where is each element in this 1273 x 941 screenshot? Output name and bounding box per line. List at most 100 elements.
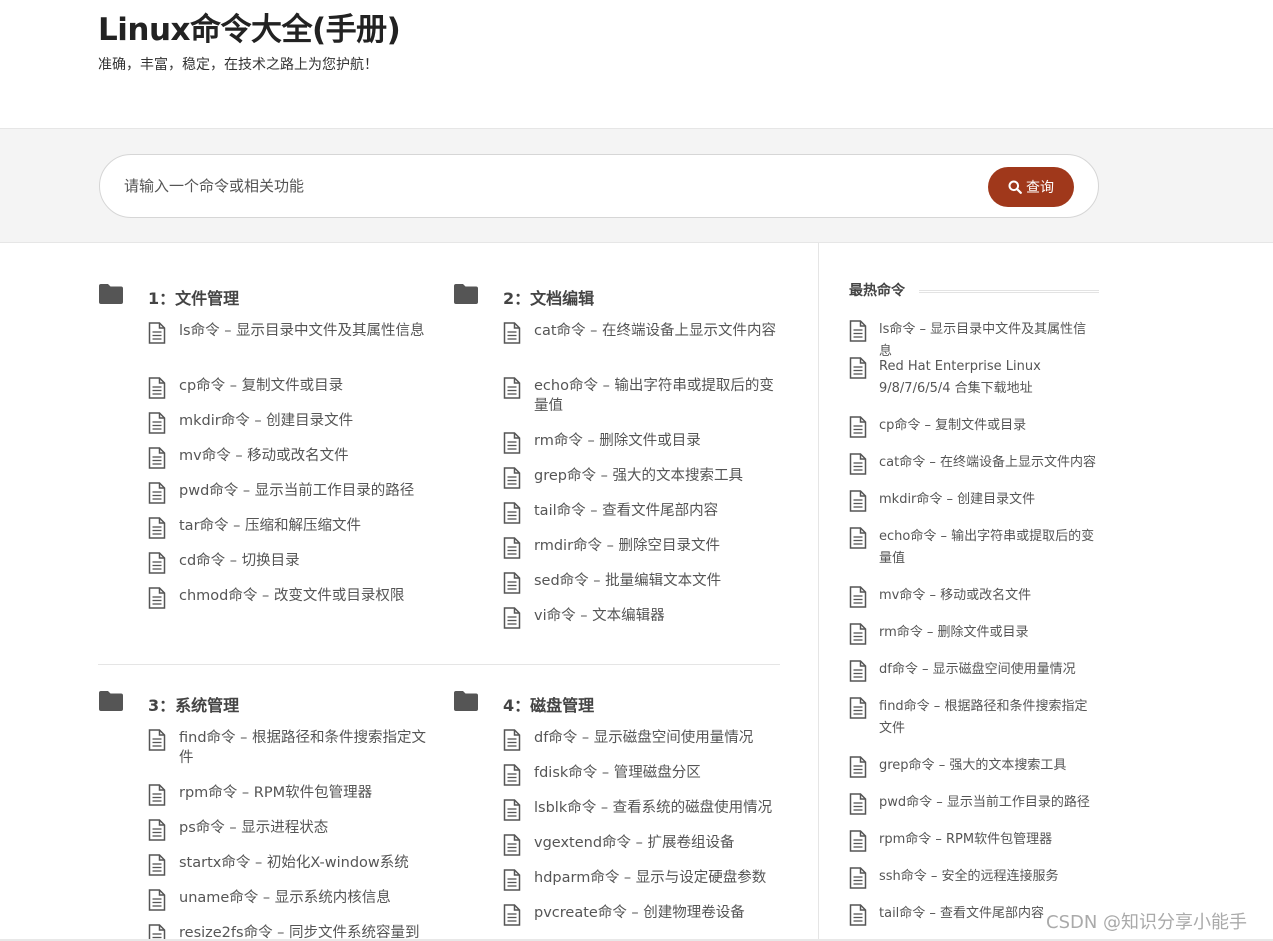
command-link[interactable]: cat命令 – 在终端设备上显示文件内容 — [534, 323, 776, 339]
command-item: mkdir命令 – 创建目录文件 — [148, 411, 428, 446]
command-item: tar命令 – 压缩和解压缩文件 — [148, 516, 428, 551]
document-icon — [148, 889, 166, 911]
hot-command-link[interactable]: ls命令 – 显示目录中文件及其属性信息 — [879, 322, 1086, 359]
document-icon — [148, 412, 166, 434]
command-link[interactable]: rm命令 – 删除文件或目录 — [534, 433, 701, 449]
command-item: sed命令 – 批量编辑文本文件 — [503, 571, 783, 606]
folder-icon — [99, 691, 123, 711]
hot-command-link[interactable]: find命令 – 根据路径和条件搜索指定文件 — [879, 699, 1087, 736]
command-item: rmdir命令 – 删除空目录文件 — [503, 536, 783, 571]
hot-command-item: ls命令 – 显示目录中文件及其属性信息 — [849, 319, 1099, 359]
hot-command-link[interactable]: cat命令 – 在终端设备上显示文件内容 — [879, 455, 1096, 470]
document-icon — [148, 819, 166, 841]
hot-command-link[interactable]: tail命令 – 查看文件尾部内容 — [879, 906, 1044, 921]
command-link[interactable]: chmod命令 – 改变文件或目录权限 — [179, 588, 404, 604]
command-item: cat命令 – 在终端设备上显示文件内容 — [503, 321, 783, 376]
command-link[interactable]: rpm命令 – RPM软件包管理器 — [179, 785, 372, 801]
command-link[interactable]: mkdir命令 – 创建目录文件 — [179, 413, 353, 429]
command-link[interactable]: startx命令 – 初始化X-window系统 — [179, 855, 409, 871]
command-link[interactable]: df命令 – 显示磁盘空间使用量情况 — [534, 730, 753, 746]
command-item: rm命令 – 删除文件或目录 — [503, 431, 783, 466]
search-button[interactable]: 查询 — [988, 167, 1074, 207]
document-icon — [148, 552, 166, 574]
document-icon — [849, 490, 867, 512]
document-icon — [503, 834, 521, 856]
hot-command-link[interactable]: cp命令 – 复制文件或目录 — [879, 418, 1026, 433]
command-link[interactable]: lsblk命令 – 查看系统的磁盘使用情况 — [534, 800, 772, 816]
site-title[interactable]: Linux命令大全(手册) — [98, 4, 401, 49]
document-icon — [503, 502, 521, 524]
document-icon — [849, 830, 867, 852]
command-link[interactable]: grep命令 – 强大的文本搜索工具 — [534, 468, 743, 484]
command-link[interactable]: hdparm命令 – 显示与设定硬盘参数 — [534, 870, 766, 886]
sidebar-title-rule — [919, 290, 1099, 293]
hot-command-link[interactable]: echo命令 – 输出字符串或提取后的变量值 — [879, 529, 1094, 566]
hot-command-link[interactable]: rpm命令 – RPM软件包管理器 — [879, 832, 1052, 847]
hot-command-link[interactable]: Red Hat Enterprise Linux 9/8/7/6/5/4 合集下… — [879, 359, 1041, 396]
command-item: fdisk命令 – 管理磁盘分区 — [503, 763, 783, 798]
command-link[interactable]: fdisk命令 – 管理磁盘分区 — [534, 765, 701, 781]
command-link[interactable]: tail命令 – 查看文件尾部内容 — [534, 503, 718, 519]
command-link[interactable]: cd命令 – 切换目录 — [179, 553, 300, 569]
hot-command-item: rpm命令 – RPM软件包管理器 — [849, 829, 1099, 866]
search-box: 查询 — [99, 154, 1099, 218]
command-link[interactable]: echo命令 – 输出字符串或提取后的变量值 — [534, 378, 774, 414]
command-link[interactable]: rmdir命令 – 删除空目录文件 — [534, 538, 720, 554]
hot-command-link[interactable]: mv命令 – 移动或改名文件 — [879, 588, 1031, 603]
document-icon — [849, 660, 867, 682]
document-icon — [503, 764, 521, 786]
hot-command-item: cat命令 – 在终端设备上显示文件内容 — [849, 452, 1099, 489]
document-icon — [148, 517, 166, 539]
document-icon — [849, 904, 867, 926]
document-icon — [503, 377, 521, 399]
hot-command-link[interactable]: grep命令 – 强大的文本搜索工具 — [879, 758, 1066, 773]
command-item: hdparm命令 – 显示与设定硬盘参数 — [503, 868, 783, 903]
document-icon — [148, 482, 166, 504]
command-item: df命令 – 显示磁盘空间使用量情况 — [503, 728, 783, 763]
hot-command-link[interactable]: df命令 – 显示磁盘空间使用量情况 — [879, 662, 1076, 677]
command-link[interactable]: uname命令 – 显示系统内核信息 — [179, 890, 391, 906]
search-input[interactable] — [124, 169, 964, 203]
command-link[interactable]: vgextend命令 – 扩展卷组设备 — [534, 835, 735, 851]
hot-command-link[interactable]: mkdir命令 – 创建目录文件 — [879, 492, 1035, 507]
hot-command-item: Red Hat Enterprise Linux 9/8/7/6/5/4 合集下… — [849, 356, 1099, 415]
command-link[interactable]: find命令 – 根据路径和条件搜索指定文件 — [179, 730, 426, 766]
command-link[interactable]: pwd命令 – 显示当前工作目录的路径 — [179, 483, 414, 499]
command-item: find命令 – 根据路径和条件搜索指定文件 — [148, 728, 428, 783]
command-list: ls命令 – 显示目录中文件及其属性信息 cp命令 – 复制文件或目录 mkdi… — [148, 321, 428, 621]
command-link[interactable]: mv命令 – 移动或改名文件 — [179, 448, 349, 464]
command-item: uname命令 – 显示系统内核信息 — [148, 888, 428, 923]
command-link[interactable]: pvcreate命令 – 创建物理卷设备 — [534, 905, 745, 921]
command-item: echo命令 – 输出字符串或提取后的变量值 — [503, 376, 783, 431]
hot-command-item: find命令 – 根据路径和条件搜索指定文件 — [849, 696, 1099, 755]
command-item: pwd命令 – 显示当前工作目录的路径 — [148, 481, 428, 516]
document-icon — [148, 322, 166, 344]
document-icon — [503, 607, 521, 629]
document-icon — [849, 793, 867, 815]
command-link[interactable]: ps命令 – 显示进程状态 — [179, 820, 328, 836]
command-link[interactable]: vi命令 – 文本编辑器 — [534, 608, 665, 624]
hot-command-link[interactable]: pwd命令 – 显示当前工作目录的路径 — [879, 795, 1090, 810]
document-icon — [503, 869, 521, 891]
command-item: startx命令 – 初始化X-window系统 — [148, 853, 428, 888]
site-tagline: 准确，丰富，稳定，在技术之路上为您护航！ — [98, 57, 378, 73]
hot-command-item: mv命令 – 移动或改名文件 — [849, 585, 1099, 622]
document-icon — [503, 572, 521, 594]
document-icon — [148, 729, 166, 751]
document-icon — [849, 527, 867, 549]
document-icon — [148, 854, 166, 876]
hot-command-link[interactable]: rm命令 – 删除文件或目录 — [879, 625, 1029, 640]
command-link[interactable]: tar命令 – 压缩和解压缩文件 — [179, 518, 361, 534]
document-icon — [503, 432, 521, 454]
command-item: cd命令 – 切换目录 — [148, 551, 428, 586]
document-icon — [503, 537, 521, 559]
document-icon — [849, 453, 867, 475]
document-icon — [503, 904, 521, 926]
command-link[interactable]: ls命令 – 显示目录中文件及其属性信息 — [179, 323, 425, 339]
command-link[interactable]: cp命令 – 复制文件或目录 — [179, 378, 343, 394]
command-list: cat命令 – 在终端设备上显示文件内容 echo命令 – 输出字符串或提取后的… — [503, 321, 783, 641]
hot-command-item: echo命令 – 输出字符串或提取后的变量值 — [849, 526, 1099, 585]
sidebar-title: 最热命令 — [849, 283, 905, 299]
hot-command-link[interactable]: ssh命令 – 安全的远程连接服务 — [879, 869, 1059, 884]
command-link[interactable]: sed命令 – 批量编辑文本文件 — [534, 573, 721, 589]
